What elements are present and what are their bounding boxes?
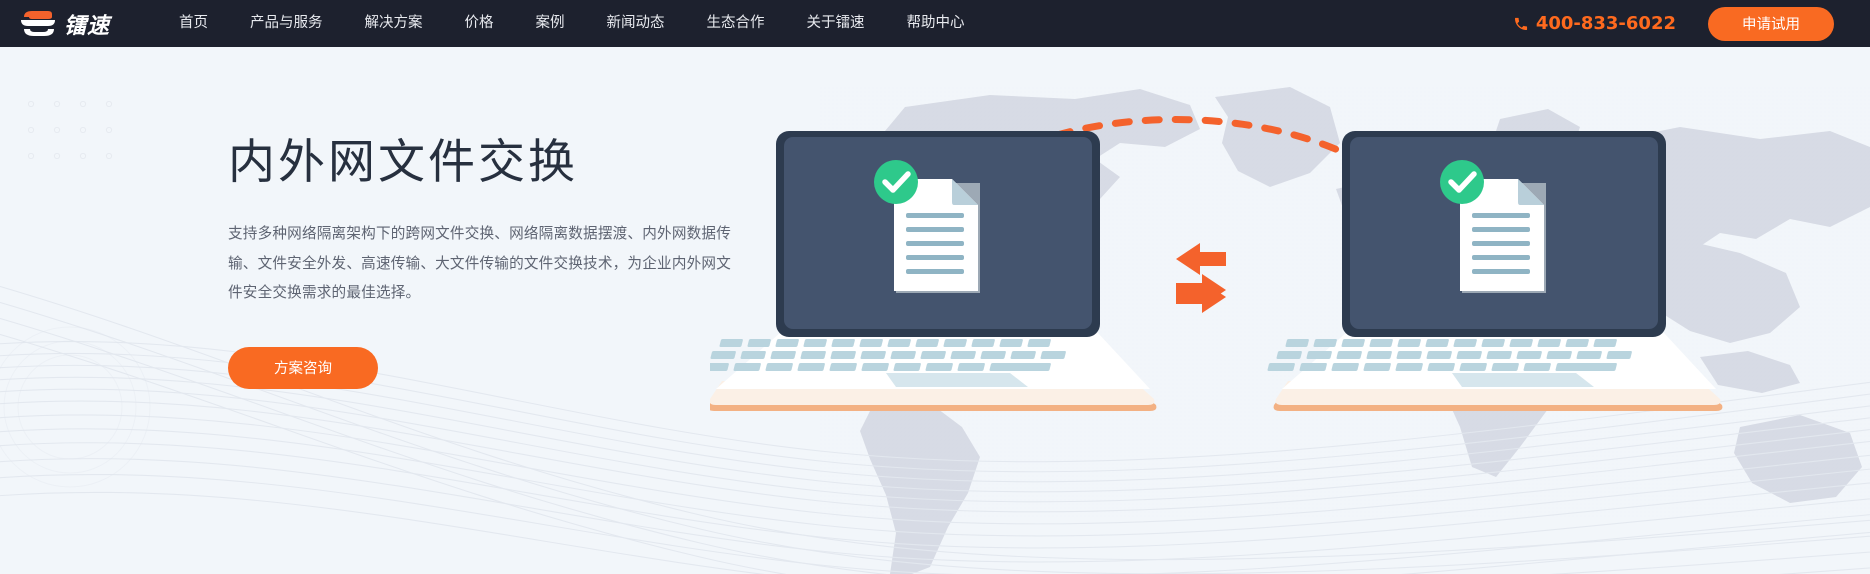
brand-name: 镭速 [64,13,111,39]
nav-item-about[interactable]: 关于镭速 [786,0,886,47]
corner-dots-decoration [28,101,124,161]
nav-item-cases[interactable]: 案例 [515,0,586,47]
nav-right-group: 400-833-6022 申请试用 [1513,6,1834,41]
apply-trial-button[interactable]: 申请试用 [1708,6,1834,41]
primary-nav: 首页 产品与服务 解决方案 价格 案例 新闻动态 生态合作 关于镭速 帮助中心 [158,0,986,47]
phone-icon [1513,16,1529,32]
nav-item-news[interactable]: 新闻动态 [586,0,686,47]
support-phone-number: 400-833-6022 [1535,13,1676,34]
hero-section: 内外网文件交换 支持多种网络隔离架构下的跨网文件交换、网络隔离数据摆渡、内外网数… [0,47,1870,574]
nav-item-products[interactable]: 产品与服务 [229,0,344,47]
support-phone[interactable]: 400-833-6022 [1513,13,1676,34]
top-navigation-bar: 镭速 首页 产品与服务 解决方案 价格 案例 新闻动态 生态合作 关于镭速 帮助… [0,0,1870,47]
page-title: 内外网文件交换 [228,135,578,190]
nav-item-home[interactable]: 首页 [158,0,229,47]
hero-content: 内外网文件交换 支持多种网络隔离架构下的跨网文件交换、网络隔离数据摆渡、内外网数… [228,135,848,389]
nav-item-partners[interactable]: 生态合作 [686,0,786,47]
solution-consult-button[interactable]: 方案咨询 [228,346,378,389]
raysync-logo-icon [18,9,58,39]
nav-item-solutions[interactable]: 解决方案 [344,0,444,47]
nav-item-pricing[interactable]: 价格 [444,0,515,47]
hero-description: 支持多种网络隔离架构下的跨网文件交换、网络隔离数据摆渡、内外网数据传输、文件安全… [228,225,731,301]
nav-item-help[interactable]: 帮助中心 [886,0,986,47]
brand-logo[interactable]: 镭速 [18,8,110,40]
